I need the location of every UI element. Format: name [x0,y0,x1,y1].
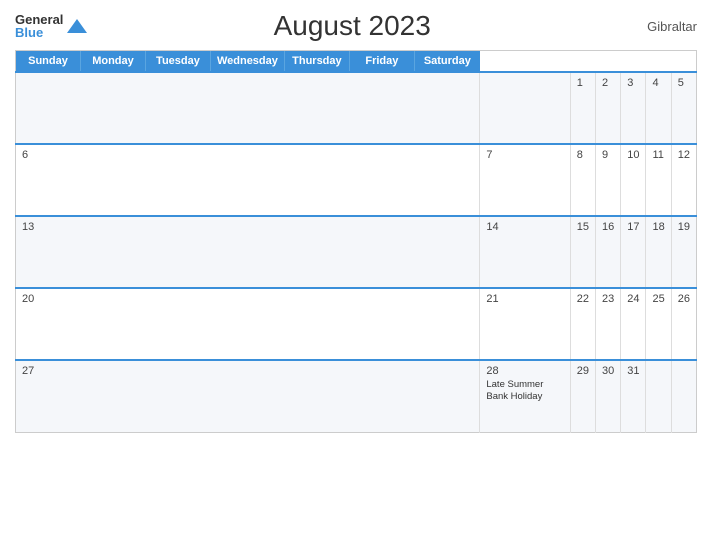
cal-cell: 4 [646,72,671,144]
day-number: 27 [22,365,473,377]
day-number: 16 [602,221,614,233]
calendar-title: August 2023 [87,10,617,42]
day-number: 18 [652,221,664,233]
col-monday: Monday [81,51,146,71]
header: General Blue August 2023 Gibraltar [15,10,697,42]
calendar-table: Sunday Monday Tuesday Wednesday Thursday… [15,50,697,433]
cal-cell [646,360,671,432]
day-number: 1 [577,77,589,89]
cal-cell: 22 [570,288,595,360]
day-number: 22 [577,293,589,305]
day-number: 6 [22,149,473,161]
calendar-week-3: 13 14 15 16 17 18 19 [16,216,697,288]
cal-cell: 25 [646,288,671,360]
cal-cell: 7 [480,144,570,216]
cal-cell: 30 [595,360,620,432]
col-tuesday: Tuesday [146,51,211,71]
cal-cell: 3 [621,72,646,144]
cal-cell: 8 [570,144,595,216]
page: General Blue August 2023 Gibraltar Sunda… [0,0,712,550]
cal-cell: 26 [671,288,696,360]
cal-cell: 16 [595,216,620,288]
calendar-header-row: Sunday Monday Tuesday Wednesday Thursday… [16,51,480,71]
calendar-week-2: 6 7 8 9 10 11 12 [16,144,697,216]
calendar-event: Late Summer Bank Holiday [486,379,563,404]
cal-cell: 11 [646,144,671,216]
cal-cell: 6 [16,144,480,216]
cal-cell: 28 Late Summer Bank Holiday [480,360,570,432]
cal-cell: 20 [16,288,480,360]
cal-cell: 2 [595,72,620,144]
day-number: 28 [486,365,563,377]
day-number: 3 [627,77,639,89]
cal-cell: 24 [621,288,646,360]
day-number: 9 [602,149,614,161]
logo-flag-icon [67,19,87,33]
logo-blue: Blue [15,26,63,39]
day-number: 29 [577,365,589,377]
day-number: 11 [652,149,664,161]
cal-cell [16,72,480,144]
calendar-week-4: 20 21 22 23 24 25 26 [16,288,697,360]
col-thursday: Thursday [285,51,350,71]
day-number: 23 [602,293,614,305]
day-number: 26 [678,293,690,305]
day-number: 15 [577,221,589,233]
country-label: Gibraltar [617,19,697,34]
day-number: 12 [678,149,690,161]
cal-cell: 14 [480,216,570,288]
cal-cell: 29 [570,360,595,432]
cal-cell [480,72,570,144]
day-number: 4 [652,77,664,89]
cal-cell: 23 [595,288,620,360]
cal-cell: 21 [480,288,570,360]
col-wednesday: Wednesday [211,51,285,71]
cal-cell: 1 [570,72,595,144]
day-number: 17 [627,221,639,233]
cal-cell: 10 [621,144,646,216]
day-number: 24 [627,293,639,305]
calendar-week-1: 1 2 3 4 5 [16,72,697,144]
cal-cell: 17 [621,216,646,288]
cal-cell: 27 [16,360,480,432]
day-number: 13 [22,221,473,233]
day-number: 2 [602,77,614,89]
day-number: 5 [678,77,690,89]
day-number: 25 [652,293,664,305]
day-number: 30 [602,365,614,377]
cal-cell [671,360,696,432]
calendar-week-5: 27 28 Late Summer Bank Holiday 29 30 31 [16,360,697,432]
day-number: 10 [627,149,639,161]
cal-cell: 9 [595,144,620,216]
cal-cell: 19 [671,216,696,288]
col-sunday: Sunday [16,51,81,71]
cal-cell: 13 [16,216,480,288]
col-saturday: Saturday [415,51,480,71]
day-number: 20 [22,293,473,305]
col-friday: Friday [350,51,415,71]
day-number: 14 [486,221,563,233]
cal-cell: 12 [671,144,696,216]
cal-cell: 31 [621,360,646,432]
day-number: 8 [577,149,589,161]
cal-cell: 5 [671,72,696,144]
cal-cell: 18 [646,216,671,288]
day-number: 31 [627,365,639,377]
logo: General Blue [15,13,87,39]
cal-cell: 15 [570,216,595,288]
day-number: 19 [678,221,690,233]
day-number: 7 [486,149,563,161]
day-number: 21 [486,293,563,305]
